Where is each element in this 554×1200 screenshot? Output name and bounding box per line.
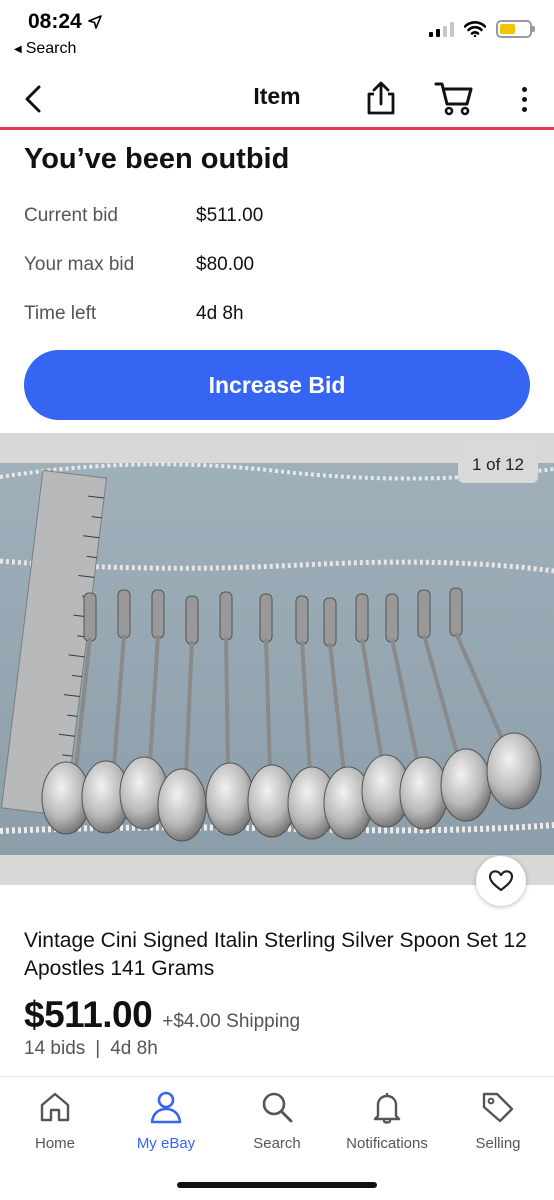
more-dot-icon [521,86,527,92]
tab-selling[interactable]: Selling [443,1089,553,1159]
share-icon [367,81,395,115]
outbid-heading: You’ve been outbid [24,143,290,175]
meta-separator: | [95,1038,101,1059]
tab-my-ebay[interactable]: My eBay [111,1089,221,1159]
item-price: $511.00 [24,994,153,1035]
listing-time-left: 4d 8h [110,1038,158,1059]
tab-home-label: Home [34,1135,75,1152]
current-bid-value: $511.00 [196,205,264,226]
cart-button[interactable] [434,80,474,116]
clock-text: 08:24 [28,10,82,33]
tab-selling-label: Selling [475,1135,521,1152]
back-to-app-label: Search [25,40,77,57]
watch-button[interactable] [476,856,526,906]
cart-icon [434,82,473,116]
heart-icon [488,870,514,892]
status-bar: 08:24 ◀ Search [0,0,554,68]
more-dot-icon [521,96,527,102]
max-bid-label: Your max bid [24,254,135,275]
app-header: Item [0,68,554,130]
time-left-value: 4d 8h [196,303,244,324]
price-line: $511.00 +$4.00 Shipping [24,994,300,1036]
search-icon [262,1092,293,1123]
current-bid-label: Current bid [24,205,118,226]
bottom-tab-bar: Home My eBay Search Notifications Sellin… [0,1076,554,1200]
share-button[interactable] [364,80,398,116]
bid-count: 14 bids [24,1038,86,1059]
increase-bid-button[interactable]: Increase Bid [24,350,530,420]
item-title: Vintage Cini Signed Italin Sterling Silv… [24,929,527,980]
tab-search-label: Search [253,1135,301,1152]
tab-my-ebay-label: My eBay [136,1135,196,1152]
back-to-app-link[interactable]: ◀ Search [14,40,76,58]
bell-icon [373,1093,401,1124]
status-indicators [429,20,535,38]
bid-meta: 14 bids | 4d 8h [24,1038,158,1060]
back-triangle-icon: ◀ [14,43,22,55]
spoon-set-image [0,433,554,885]
shipping-cost: +$4.00 Shipping [162,1011,301,1032]
tag-icon [482,1092,514,1123]
more-options-button[interactable] [512,82,536,116]
max-bid-row: Your max bid $80.00 [24,254,524,284]
current-bid-row: Current bid $511.00 [24,205,524,235]
photo-counter-badge: 1 of 12 [458,447,538,483]
product-photo[interactable]: 1 of 12 [0,433,554,885]
home-icon [40,1092,70,1122]
battery-icon [496,20,535,38]
location-arrow-icon [87,15,102,29]
home-indicator[interactable] [177,1182,377,1188]
tab-search[interactable]: Search [222,1089,332,1159]
more-dot-icon [521,106,527,112]
cellular-signal-icon [429,21,454,37]
tab-notifications-label: Notifications [346,1135,428,1152]
tab-home[interactable]: Home [0,1089,110,1159]
time-left-row: Time left 4d 8h [24,303,524,333]
tab-notifications[interactable]: Notifications [332,1089,442,1159]
person-icon [150,1091,182,1124]
wifi-icon [464,21,486,37]
time-left-label: Time left [24,303,97,324]
status-time: 08:24 [28,10,102,34]
max-bid-value: $80.00 [196,254,255,275]
